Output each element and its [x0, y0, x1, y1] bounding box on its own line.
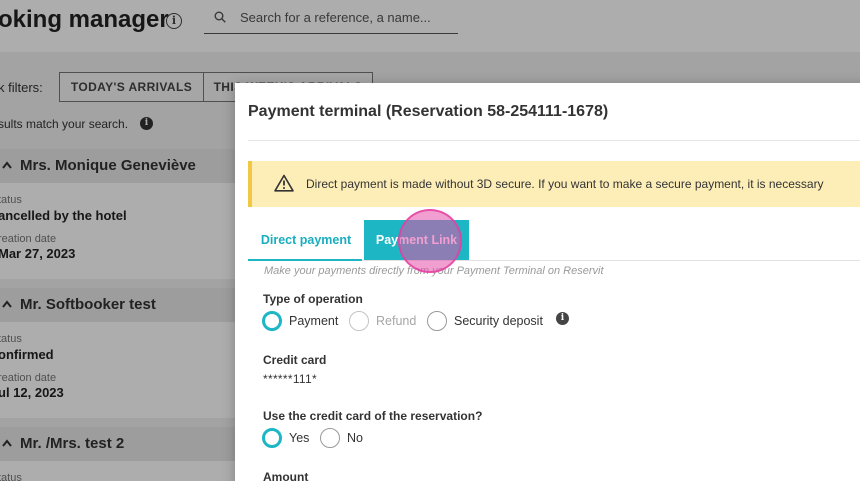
- radio-refund[interactable]: [349, 311, 369, 331]
- tab-payment-link[interactable]: Payment Link: [364, 220, 469, 260]
- radio-no[interactable]: [320, 428, 340, 448]
- radio-refund-label[interactable]: Refund: [376, 314, 416, 328]
- credit-card-value: ******111*: [263, 372, 317, 386]
- radio-payment-label[interactable]: Payment: [289, 314, 338, 328]
- radio-security-deposit[interactable]: [427, 311, 447, 331]
- tab-direct-payment[interactable]: Direct payment: [248, 220, 364, 260]
- payment-terminal-modal: Payment terminal (Reservation 58-254111-…: [235, 83, 860, 481]
- warning-icon: [274, 174, 294, 192]
- active-tab-indicator: [248, 259, 362, 261]
- warning-alert: Direct payment is made without 3D secure…: [248, 161, 860, 207]
- radio-yes[interactable]: [262, 428, 282, 448]
- divider: [248, 140, 860, 141]
- credit-card-label: Credit card: [263, 353, 327, 367]
- radio-yes-label[interactable]: Yes: [289, 431, 309, 445]
- use-card-label: Use the credit card of the reservation?: [263, 409, 483, 423]
- alert-text: Direct payment is made without 3D secure…: [306, 177, 824, 191]
- security-deposit-info-icon[interactable]: i: [556, 312, 569, 325]
- radio-security-deposit-label[interactable]: Security deposit: [454, 314, 543, 328]
- hint-text: Make your payments directly from your Pa…: [264, 265, 604, 277]
- operation-type-label: Type of operation: [263, 292, 363, 306]
- modal-title: Payment terminal (Reservation 58-254111-…: [248, 103, 609, 120]
- amount-label: Amount: [263, 470, 309, 481]
- radio-payment[interactable]: [262, 311, 282, 331]
- radio-no-label[interactable]: No: [347, 431, 363, 445]
